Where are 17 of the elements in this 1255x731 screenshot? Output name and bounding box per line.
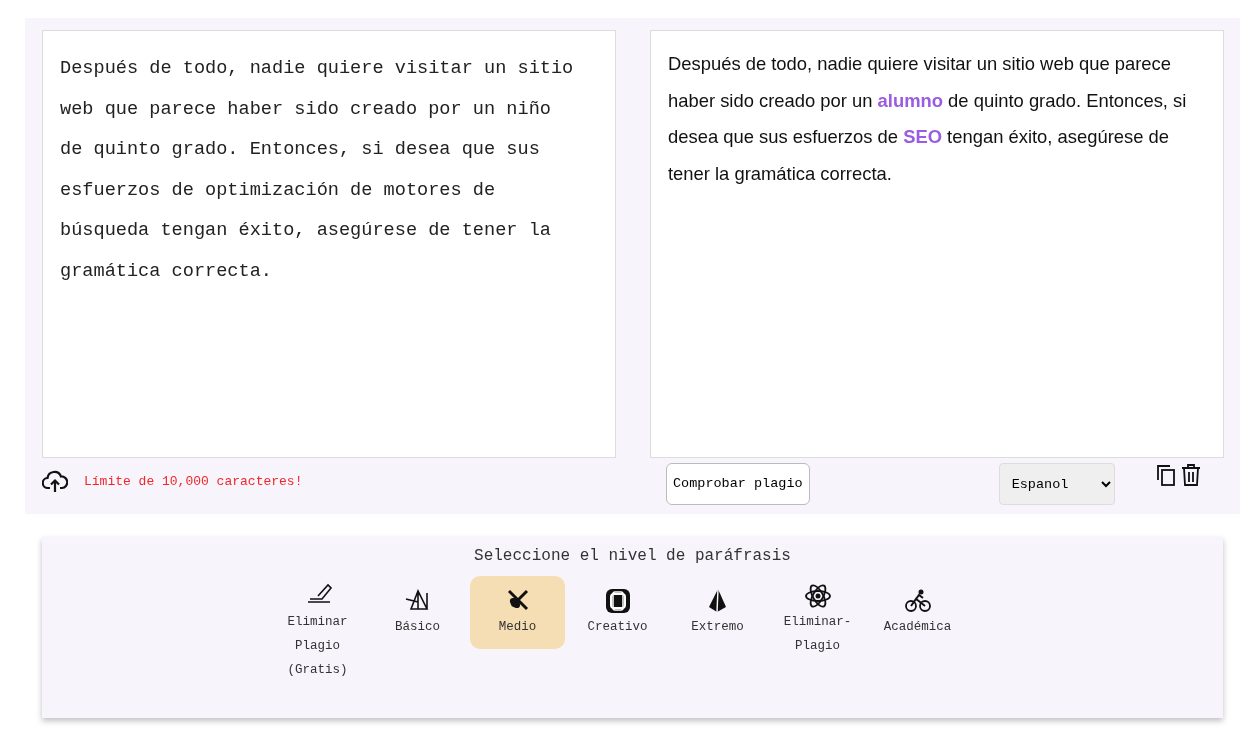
- paraphrase-level-title: Seleccione el nivel de paráfrasis: [474, 547, 791, 565]
- paraphrase-level-option[interactable]: Medio: [470, 576, 565, 649]
- paraphrase-level-option[interactable]: Creativo: [570, 576, 665, 649]
- paraphrase-level-option[interactable]: Básico: [370, 576, 465, 649]
- atom-icon: [803, 582, 832, 610]
- paraphrase-level-option[interactable]: Eliminar-Plagio: [770, 576, 865, 664]
- copy-icon[interactable]: [1154, 463, 1177, 487]
- paraphrased-text: Después de todo, nadie quiere visitar un sitio web que parece haber sido creado por un alumno de quinto grado. Entonces, si desea que sus esfuerzos de SEO tengan éxito, asegúrese de tener la gramática correcta.: [667, 52, 1188, 186]
- trash-icon[interactable]: [1180, 463, 1201, 487]
- character-limit-text: Límite de 10,000 caracteres!: [84, 473, 303, 492]
- rounded-square-icon: [603, 586, 632, 615]
- upload-icon[interactable]: [42, 470, 68, 494]
- check-plagiarism-button[interactable]: Comprobar plagio: [666, 463, 810, 506]
- paraphrase-level-option[interactable]: Eliminar Plagio (Gratis): [270, 576, 365, 688]
- paraphrase-level-option[interactable]: Extremo: [670, 576, 765, 649]
- language-select[interactable]: Espanol: [998, 463, 1115, 505]
- paraphrase-level-option[interactable]: Académica: [870, 576, 965, 649]
